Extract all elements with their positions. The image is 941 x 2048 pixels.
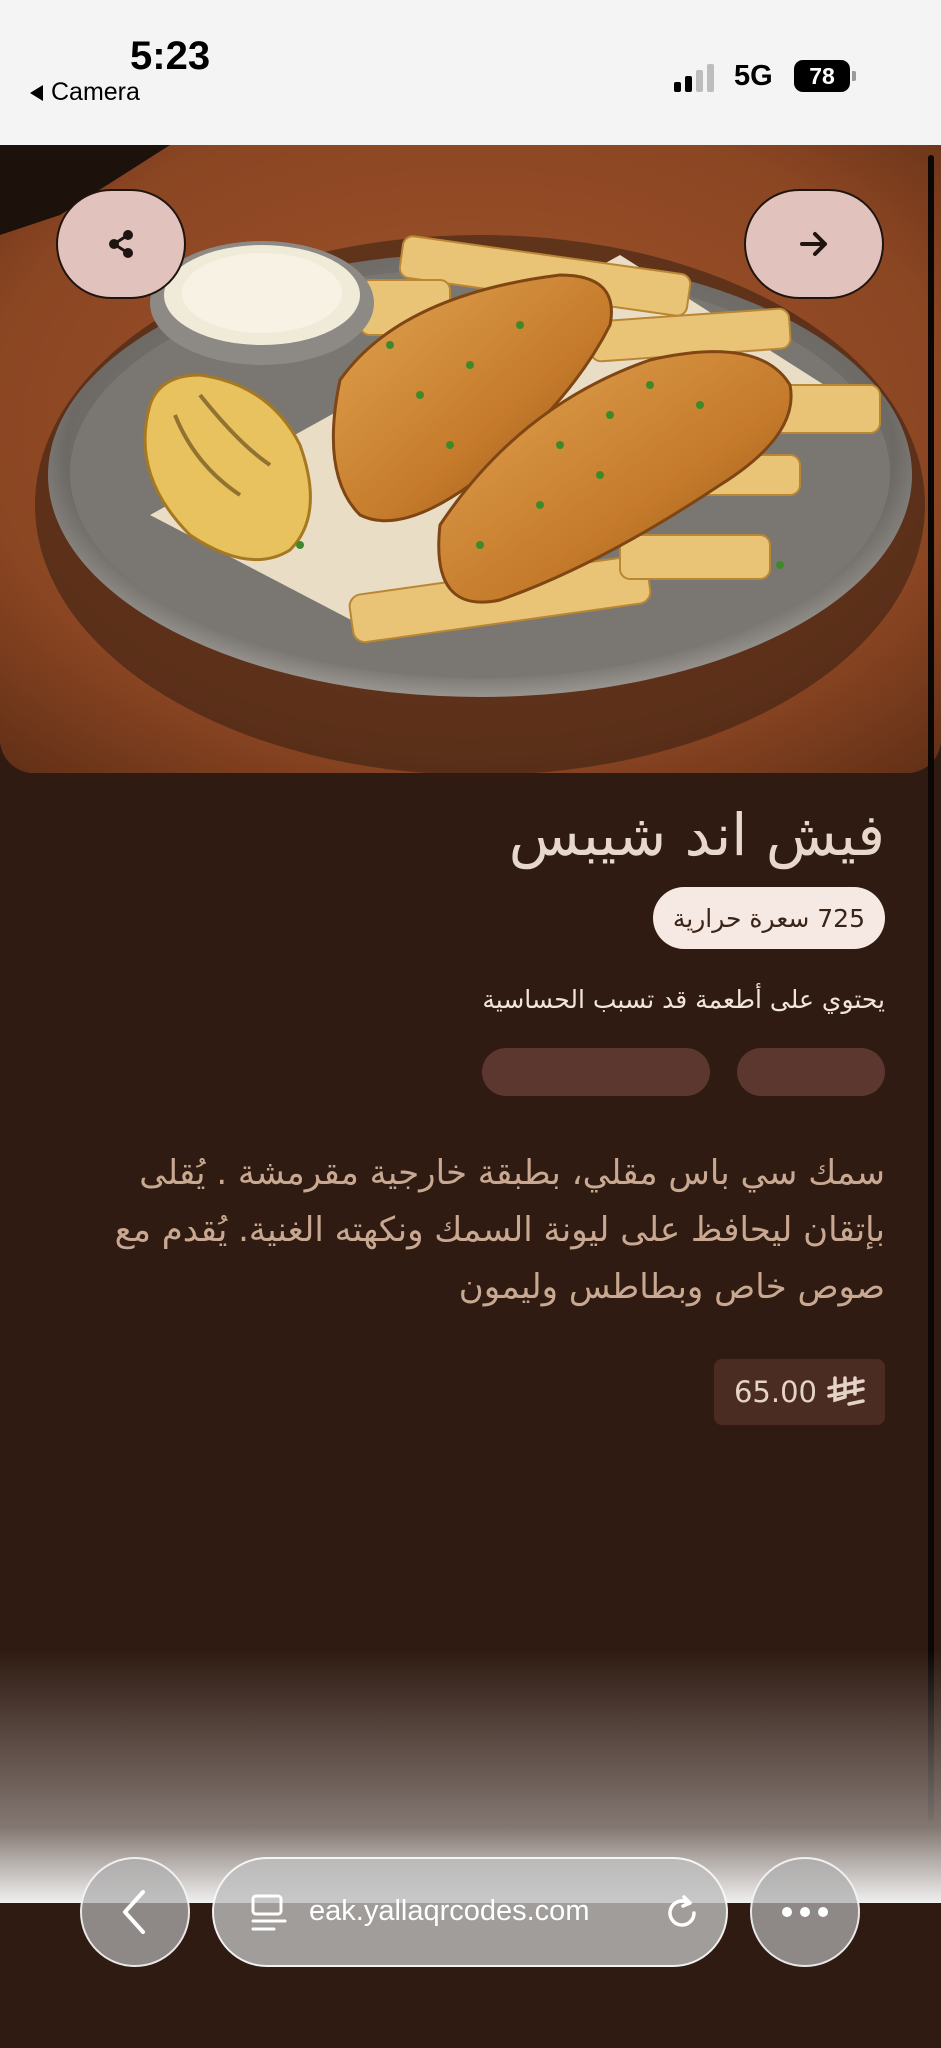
next-button[interactable] (744, 189, 884, 299)
url-bar[interactable]: eak.yallaqrcodes.com (212, 1857, 728, 1967)
allergen-pill (737, 1048, 885, 1096)
url-text: eak.yallaqrcodes.com (309, 1895, 590, 1927)
dish-photo (0, 145, 941, 773)
status-time: 5:23 (130, 34, 211, 78)
share-button[interactable] (56, 189, 186, 299)
share-icon (109, 230, 133, 258)
allergen-label: يحتوي على أطعمة قد تسبب الحساسية (482, 985, 885, 1014)
dish-title: فيش اند شيبس (508, 801, 885, 869)
back-app-label: Camera (51, 78, 140, 106)
price-tag: 65.00 (713, 1359, 885, 1425)
back-to-camera-link[interactable]: Camera (30, 78, 140, 107)
cellular-signal-icon (674, 62, 714, 92)
scrollbar[interactable] (928, 155, 934, 1820)
dish-description: سمك سي باس مقلي، بطبقة خارجية مقرمشة . ي… (114, 1153, 885, 1307)
battery-icon: 78 (794, 60, 856, 92)
reload-icon[interactable] (662, 1893, 702, 1933)
allergen-pill (482, 1048, 710, 1096)
reader-mode-icon (251, 1894, 287, 1931)
chevron-left-icon (123, 1890, 145, 1934)
arrow-right-icon (800, 232, 827, 256)
calories-badge: 725 سعرة حرارية (652, 887, 885, 949)
browser-back-button[interactable] (80, 1857, 190, 1967)
riyal-icon (827, 1376, 865, 1406)
more-icon (782, 1907, 828, 1917)
back-triangle-icon (30, 84, 43, 101)
battery-level: 78 (809, 62, 835, 89)
network-type: 5G (734, 60, 773, 92)
price-value: 65.00 (733, 1375, 817, 1409)
status-bar: 5:23 Camera 5G 78 (0, 0, 941, 145)
more-options-button[interactable] (750, 1857, 860, 1967)
